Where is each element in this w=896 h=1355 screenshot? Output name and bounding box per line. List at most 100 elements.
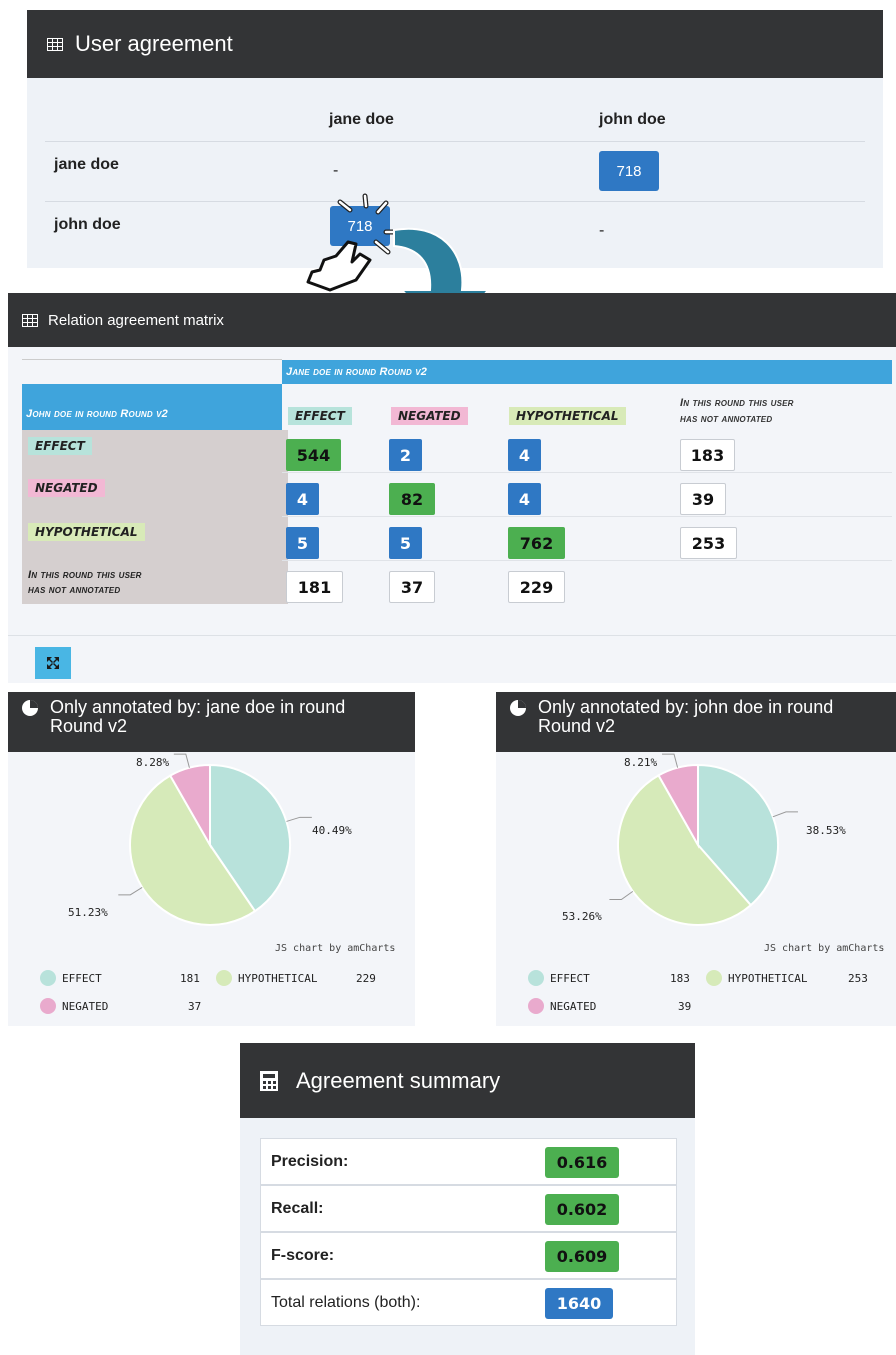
row-group-header: John doe in round Round v2: [22, 384, 282, 430]
row-not-annotated: In this round this user has not annotate…: [22, 560, 288, 604]
pie-panel-header: Only annotated by: john doe in round Rou…: [496, 692, 896, 752]
relation-matrix-table: Jane doe in round Round v2 John doe in r…: [8, 347, 896, 683]
pie-chart-area: 40.49% 51.23% 8.28% JS chart by amCharts…: [8, 752, 415, 1026]
table-icon: [47, 37, 63, 51]
slice-label-hypothetical: 53.26%: [562, 910, 602, 923]
matrix-cell: 2: [389, 439, 422, 471]
matrix-cell: 253: [680, 527, 737, 559]
matrix-cell: 37: [389, 571, 435, 603]
matrix-cell: 82: [389, 483, 435, 515]
legend-label[interactable]: HYPOTHETICAL: [728, 972, 807, 985]
total-relations-value: 1640: [545, 1288, 613, 1319]
legend-value: 37: [188, 1000, 202, 1013]
matrix-cell: 544: [286, 439, 341, 471]
relation-matrix-panel: Relation agreement matrix Jane doe in ro…: [8, 293, 896, 683]
legend-swatch-hypothetical[interactable]: [706, 970, 722, 986]
pie-chart-area: 38.53% 53.26% 8.21% JS chart by amCharts…: [496, 752, 896, 1026]
matrix-cell: 229: [508, 571, 565, 603]
agreement-value-button[interactable]: 718: [599, 151, 659, 191]
relation-matrix-header: Relation agreement matrix: [8, 293, 896, 347]
summary-row-fscore: F-score: 0.609: [260, 1232, 677, 1279]
legend-value: 229: [356, 972, 376, 985]
pie-chart-icon: [510, 700, 526, 716]
pie-leader-line: [662, 753, 679, 768]
agreement-summary-panel: Agreement summary Precision: 0.616 Recal…: [240, 1043, 695, 1355]
pie-leader-line: [118, 886, 143, 896]
pie-panel-jane: Only annotated by: jane doe in round Rou…: [8, 692, 415, 1026]
slice-label-hypothetical: 51.23%: [68, 906, 108, 919]
legend-value: 253: [848, 972, 868, 985]
fscore-value: 0.609: [545, 1241, 619, 1272]
row-label-jane: jane doe: [54, 156, 119, 173]
col-group-header: Jane doe in round Round v2: [282, 360, 892, 384]
pie-leader-line: [173, 753, 190, 768]
expand-button[interactable]: [35, 647, 71, 679]
user-agreement-header: User agreement: [27, 10, 883, 78]
table-icon: [22, 313, 38, 327]
pie-leader-line: [609, 890, 634, 900]
row-label-john: john doe: [54, 216, 121, 233]
matrix-cell: 762: [508, 527, 565, 559]
agreement-summary-header: Agreement summary: [240, 1043, 695, 1118]
pie-leader-line: [772, 811, 798, 818]
calculator-icon: [260, 1070, 278, 1091]
col-header-jane: jane doe: [329, 111, 394, 128]
slice-label-negated: 8.21%: [624, 756, 658, 769]
summary-row-total: Total relations (both): 1640: [260, 1279, 677, 1326]
chart-credit: JS chart by amCharts: [275, 943, 396, 954]
matrix-cell: 183: [680, 439, 735, 471]
summary-row-recall: Recall: 0.602: [260, 1185, 677, 1232]
legend-value: 181: [180, 972, 200, 985]
col-tag-hypothetical: HYPOTHETICAL: [509, 407, 626, 425]
matrix-cell: 5: [389, 527, 422, 559]
pie-chart-icon: [22, 700, 38, 716]
expand-icon: [47, 657, 59, 669]
legend-swatch-negated[interactable]: [40, 998, 56, 1014]
summary-row-precision: Precision: 0.616: [260, 1138, 677, 1185]
row-label-hypothetical: HYPOTHETICAL: [22, 516, 288, 560]
row-label-negated: NEGATED: [22, 472, 288, 516]
chart-credit: JS chart by amCharts: [764, 943, 885, 954]
pie-leader-line: [286, 816, 312, 822]
col-not-annotated: In this round this user has not annotate…: [680, 397, 794, 425]
pie-title: Only annotated by: jane doe in round Rou…: [50, 697, 346, 736]
pie-panel-header: Only annotated by: jane doe in round Rou…: [8, 692, 415, 752]
slice-label-negated: 8.28%: [136, 756, 170, 769]
legend-label[interactable]: EFFECT: [62, 972, 102, 985]
slice-label-effect: 38.53%: [806, 824, 846, 837]
agreement-summary-table: Precision: 0.616 Recall: 0.602 F-score: …: [240, 1118, 695, 1355]
legend-label[interactable]: NEGATED: [550, 1000, 596, 1013]
row-label-effect: EFFECT: [22, 430, 288, 472]
legend-swatch-effect[interactable]: [528, 970, 544, 986]
pie-chart: [609, 753, 798, 926]
pie-chart: [118, 753, 312, 926]
slice-label-effect: 40.49%: [312, 824, 352, 837]
col-tag-negated: NEGATED: [391, 407, 468, 425]
agreement-summary-title: Agreement summary: [296, 1067, 501, 1093]
col-tag-effect: EFFECT: [288, 407, 352, 425]
recall-value: 0.602: [545, 1194, 619, 1225]
legend-swatch-negated[interactable]: [528, 998, 544, 1014]
legend-value: 183: [670, 972, 690, 985]
legend-value: 39: [678, 1000, 692, 1013]
legend-label[interactable]: NEGATED: [62, 1000, 108, 1013]
user-agreement-title: User agreement: [75, 31, 233, 56]
precision-value: 0.616: [545, 1147, 619, 1178]
pie-title: Only annotated by: john doe in round Rou…: [538, 697, 834, 736]
agreement-cell-empty: -: [599, 222, 605, 239]
matrix-cell: 39: [680, 483, 726, 515]
matrix-cell: 5: [286, 527, 319, 559]
cursor-hand-icon: [306, 240, 372, 292]
legend-label[interactable]: HYPOTHETICAL: [238, 972, 317, 985]
relation-matrix-title: Relation agreement matrix: [48, 311, 224, 329]
col-header-john: john doe: [599, 111, 666, 128]
matrix-cell: 4: [508, 439, 541, 471]
agreement-cell-empty: -: [333, 162, 339, 179]
legend-swatch-effect[interactable]: [40, 970, 56, 986]
legend-label[interactable]: EFFECT: [550, 972, 590, 985]
matrix-cell: 181: [286, 571, 343, 603]
matrix-cell: 4: [286, 483, 319, 515]
legend-swatch-hypothetical[interactable]: [216, 970, 232, 986]
matrix-cell: 4: [508, 483, 541, 515]
pie-panel-john: Only annotated by: john doe in round Rou…: [496, 692, 896, 1026]
